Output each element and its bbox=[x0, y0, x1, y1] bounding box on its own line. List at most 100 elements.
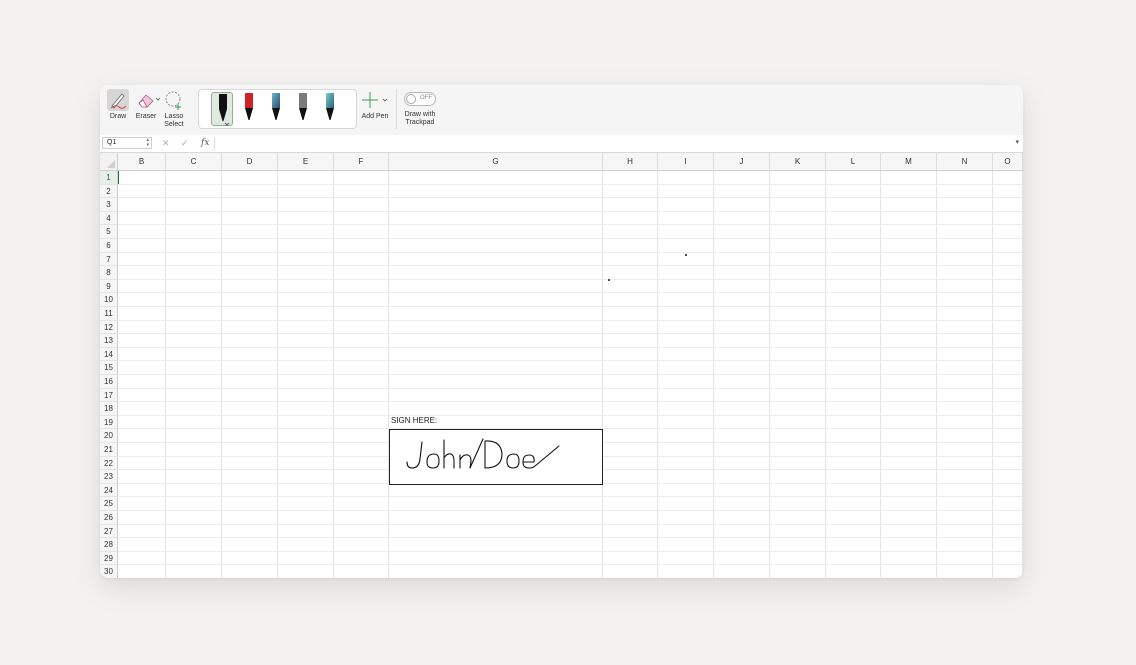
row-header-12[interactable]: 12 bbox=[100, 320, 118, 335]
row-header-9[interactable]: 9 bbox=[100, 279, 118, 294]
row-header-3[interactable]: 3 bbox=[100, 198, 118, 212]
toggle-knob bbox=[406, 94, 416, 104]
row-header-6[interactable]: 6 bbox=[100, 239, 118, 253]
row-header-26[interactable]: 26 bbox=[100, 511, 118, 525]
add-pen-button[interactable]: Add Pen bbox=[359, 89, 391, 121]
draw-ribbon: Draw Eraser Lasso Select Add Pen OFF Dra… bbox=[100, 85, 1023, 136]
column-header-I[interactable]: I bbox=[658, 153, 714, 171]
row-gridline bbox=[118, 510, 1023, 511]
row-header-22[interactable]: 22 bbox=[100, 456, 118, 471]
row-gridline bbox=[118, 401, 1023, 403]
column-header-G[interactable]: G bbox=[389, 153, 603, 171]
row-header-21[interactable]: 21 bbox=[100, 443, 118, 457]
column-header-H[interactable]: H bbox=[603, 153, 658, 171]
add-pen-plus-icon bbox=[360, 89, 390, 111]
row-header-20[interactable]: 20 bbox=[100, 429, 118, 443]
pen-gray[interactable] bbox=[292, 92, 314, 126]
pen-black[interactable] bbox=[211, 92, 233, 126]
row-gridline bbox=[118, 183, 1023, 185]
row-header-29[interactable]: 29 bbox=[100, 551, 118, 566]
row-header-15[interactable]: 15 bbox=[100, 361, 118, 375]
signature-box[interactable] bbox=[389, 429, 603, 485]
select-all-corner[interactable] bbox=[100, 153, 118, 171]
row-header-2[interactable]: 2 bbox=[100, 184, 118, 199]
eraser-tool[interactable]: Eraser bbox=[133, 89, 161, 121]
pen-galaxy-1-icon bbox=[272, 93, 280, 120]
row-gridline bbox=[118, 224, 1023, 226]
row-header-1[interactable]: 1 bbox=[100, 171, 118, 185]
row-header-18[interactable]: 18 bbox=[100, 402, 118, 416]
row-gridline bbox=[118, 238, 1023, 239]
signature-ink bbox=[406, 438, 560, 469]
row-gridline bbox=[118, 523, 1023, 525]
row-gridline bbox=[118, 414, 1023, 416]
pen-red[interactable] bbox=[238, 92, 260, 126]
row-gridline bbox=[118, 319, 1023, 321]
draw-tool[interactable]: Draw bbox=[106, 89, 130, 121]
pen-black-icon bbox=[219, 94, 230, 126]
row-header-13[interactable]: 13 bbox=[100, 334, 118, 348]
row-gridline bbox=[118, 550, 1023, 552]
draw-with-trackpad-toggle[interactable]: OFF bbox=[404, 92, 436, 106]
ink-speck bbox=[685, 254, 687, 256]
column-header-B[interactable]: B bbox=[118, 153, 166, 171]
row-header-7[interactable]: 7 bbox=[100, 252, 118, 267]
row-header-17[interactable]: 17 bbox=[100, 388, 118, 403]
row-header-16[interactable]: 16 bbox=[100, 375, 118, 389]
column-header-F[interactable]: F bbox=[334, 153, 389, 171]
row-header-28[interactable]: 28 bbox=[100, 538, 118, 552]
row-header-14[interactable]: 14 bbox=[100, 347, 118, 362]
lasso-tool-label: Lasso Select bbox=[164, 113, 184, 128]
formula-input[interactable] bbox=[218, 137, 1014, 149]
row-gridline bbox=[118, 197, 1023, 199]
column-header-D[interactable]: D bbox=[222, 153, 278, 171]
pen-red-icon bbox=[245, 93, 253, 120]
column-header-E[interactable]: E bbox=[278, 153, 334, 171]
column-header-C[interactable]: C bbox=[166, 153, 222, 171]
lasso-select-tool[interactable]: Lasso Select bbox=[162, 89, 186, 129]
row-header-30[interactable]: 30 bbox=[100, 565, 118, 578]
name-box-value: Q1 bbox=[107, 139, 117, 146]
row-gridline bbox=[118, 360, 1023, 362]
pen-galaxy-2[interactable] bbox=[319, 92, 341, 126]
spreadsheet-grid: BCDEFGHIJKLMNO 1 2 3 4 5 6 7 8 9 10 11 12 13 14 15 16 17… bbox=[100, 153, 1023, 578]
confirm-check-icon[interactable]: ✓ bbox=[181, 137, 189, 149]
row-header-19[interactable]: 19 bbox=[100, 415, 118, 430]
name-box[interactable]: Q1 ▴ ▾ bbox=[102, 137, 152, 149]
row-header-10[interactable]: 10 bbox=[100, 293, 118, 307]
row-header-8[interactable]: 8 bbox=[100, 266, 118, 280]
lasso-icon bbox=[163, 89, 185, 111]
pen-gray-icon bbox=[299, 93, 307, 120]
row-header-5[interactable]: 5 bbox=[100, 225, 118, 239]
draw-tool-label: Draw bbox=[109, 113, 127, 120]
pen-galaxy-1[interactable] bbox=[265, 92, 287, 126]
row-header-4[interactable]: 4 bbox=[100, 211, 118, 226]
cancel-x-icon[interactable]: ✕ bbox=[162, 137, 170, 149]
row-gridline bbox=[118, 306, 1023, 307]
pen-galaxy-2-icon bbox=[326, 93, 334, 120]
add-pen-label: Add Pen bbox=[361, 113, 389, 120]
row-header-24[interactable]: 24 bbox=[100, 483, 118, 498]
row-gridline bbox=[118, 564, 1023, 566]
row-gridline bbox=[118, 292, 1023, 294]
row-header-27[interactable]: 27 bbox=[100, 524, 118, 539]
row-header-23[interactable]: 23 bbox=[100, 470, 118, 484]
column-header-O[interactable]: O bbox=[993, 153, 1023, 171]
column-header-M[interactable]: M bbox=[881, 153, 937, 171]
column-header-J[interactable]: J bbox=[714, 153, 770, 171]
column-header-K[interactable]: K bbox=[770, 153, 826, 171]
row-header-11[interactable]: 11 bbox=[100, 307, 118, 321]
name-box-stepper-icon[interactable]: ▴ ▾ bbox=[146, 138, 149, 148]
eraser-tool-label: Eraser bbox=[135, 113, 157, 120]
sign-here-label: SIGN HERE: bbox=[391, 416, 438, 425]
fx-icon[interactable]: fx bbox=[201, 137, 209, 149]
row-gridline bbox=[118, 346, 1023, 348]
column-header-L[interactable]: L bbox=[826, 153, 881, 171]
row-gridline bbox=[118, 265, 1023, 267]
row-header-25[interactable]: 25 bbox=[100, 497, 118, 511]
formula-expand-chevron-icon[interactable]: ▾ bbox=[1015, 138, 1019, 146]
formula-bar: Q1 ▴ ▾ ✕ ✓ fx ▾ bbox=[100, 135, 1023, 153]
draw-with-trackpad-label: Draw with Trackpad bbox=[404, 111, 436, 126]
toggle-state: OFF bbox=[420, 95, 432, 101]
column-header-N[interactable]: N bbox=[937, 153, 993, 171]
